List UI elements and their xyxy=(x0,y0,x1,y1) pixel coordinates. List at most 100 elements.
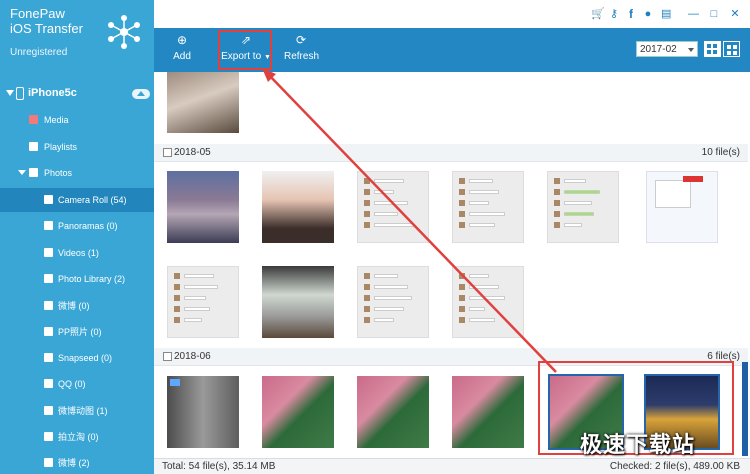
feedback-icon[interactable]: ▤ xyxy=(661,9,671,20)
sidebar-item-label: 微博 (0) xyxy=(58,301,90,311)
section-count: 10 file(s) xyxy=(701,147,740,158)
expand-triangle-icon[interactable] xyxy=(18,170,26,175)
photo-thumbnail[interactable] xyxy=(357,171,429,243)
chat-icon[interactable]: ● xyxy=(643,9,653,20)
album-icon xyxy=(44,353,53,362)
photo-thumbnail[interactable] xyxy=(262,266,334,338)
app-name: FonePaw iOS Transfer xyxy=(10,7,83,37)
watermark-text: 极速下载站 xyxy=(580,433,696,458)
checked-files-status: Checked: 2 file(s), 489.00 KB xyxy=(609,461,740,472)
close-icon[interactable]: ✕ xyxy=(730,9,740,20)
plus-icon: ⊕ xyxy=(176,33,188,47)
minimize-icon[interactable]: — xyxy=(688,9,699,20)
camera-icon xyxy=(44,248,53,257)
phone-icon xyxy=(16,87,24,100)
sidebar-item-label: Snapseed (0) xyxy=(58,353,113,363)
sidebar-item-label: Videos (1) xyxy=(58,248,99,258)
sidebar-item-label: 拍立淘 (0) xyxy=(58,432,99,442)
maximize-icon[interactable]: □ xyxy=(709,9,719,20)
sidebar-item-playlists[interactable]: Playlists xyxy=(0,135,154,159)
chevron-down-icon xyxy=(688,48,694,52)
export-highlight-box xyxy=(218,30,272,70)
total-files-status: Total: 54 file(s), 35.14 MB xyxy=(162,461,276,472)
sidebar-item-photo-library[interactable]: Photo Library (2) xyxy=(0,267,154,291)
app-logo-icon xyxy=(108,15,140,49)
sidebar-item-videos[interactable]: Videos (1) xyxy=(0,241,154,265)
refresh-button[interactable]: ⟳ Refresh xyxy=(284,33,320,62)
photo-thumbnail[interactable] xyxy=(357,266,429,338)
refresh-label: Refresh xyxy=(284,51,320,62)
section-header: 2018-05 10 file(s) xyxy=(154,144,748,162)
app-name-line1: FonePaw xyxy=(10,6,65,21)
section-checkbox[interactable] xyxy=(163,148,172,157)
playlist-icon xyxy=(29,142,38,151)
sidebar-item-label: Media xyxy=(44,115,69,125)
date-filter-value: 2017-02 xyxy=(640,44,677,55)
camera-icon xyxy=(44,221,53,230)
sidebar-item-weibo-2[interactable]: 微博 (2) xyxy=(0,451,154,474)
app-name-line2: iOS Transfer xyxy=(10,21,83,36)
album-icon xyxy=(44,458,53,467)
photo-thumbnail[interactable] xyxy=(167,171,239,243)
cart-icon[interactable]: 🛒 xyxy=(591,9,605,20)
device-item[interactable]: iPhone5c xyxy=(0,84,154,104)
sidebar-item-media[interactable]: Media xyxy=(0,108,154,132)
sidebar-item-snapseed[interactable]: Snapseed (0) xyxy=(0,346,154,370)
photo-thumbnail[interactable] xyxy=(452,376,524,448)
grid-view-button[interactable] xyxy=(704,41,721,57)
album-icon xyxy=(44,432,53,441)
photo-thumbnail[interactable] xyxy=(547,171,619,243)
eject-icon[interactable] xyxy=(132,89,150,99)
sidebar-item-weibo-gif[interactable]: 微博动图 (1) xyxy=(0,399,154,423)
photo-thumbnail[interactable] xyxy=(167,72,239,133)
sidebar-item-qq[interactable]: QQ (0) xyxy=(0,372,154,396)
large-view-button[interactable] xyxy=(723,41,740,57)
photo-thumbnail[interactable] xyxy=(646,171,718,243)
photo-thumbnail[interactable] xyxy=(452,266,524,338)
sidebar-item-label: Camera Roll (54) xyxy=(58,195,127,205)
refresh-icon: ⟳ xyxy=(295,33,307,47)
date-filter-select[interactable]: 2017-02 xyxy=(636,41,698,57)
sidebar-item-label: Photo Library (2) xyxy=(58,274,126,284)
section-date: 2018-06 xyxy=(174,351,211,362)
sidebar-item-panoramas[interactable]: Panoramas (0) xyxy=(0,214,154,238)
video-thumbnail[interactable] xyxy=(167,376,239,448)
add-label: Add xyxy=(173,51,191,62)
camera-icon xyxy=(44,195,53,204)
video-camera-icon xyxy=(170,379,180,386)
section-checkbox[interactable] xyxy=(163,352,172,361)
sidebar-item-label: Playlists xyxy=(44,142,78,152)
registration-status[interactable]: Unregistered xyxy=(10,47,67,58)
sidebar: FonePaw iOS Transfer Unregistered iPhone… xyxy=(0,0,154,474)
album-icon xyxy=(44,274,53,283)
sidebar-item-label: 微博动图 (1) xyxy=(58,406,108,416)
album-icon xyxy=(44,406,53,415)
photo-thumbnail[interactable] xyxy=(262,376,334,448)
sidebar-item-pailitao[interactable]: 拍立淘 (0) xyxy=(0,425,154,449)
key-icon[interactable]: ⚷ xyxy=(609,9,619,20)
status-bar: Total: 54 file(s), 35.14 MB Checked: 2 f… xyxy=(154,458,750,474)
app-brand: FonePaw iOS Transfer Unregistered xyxy=(0,0,154,78)
album-icon xyxy=(44,379,53,388)
scrollbar-thumb[interactable] xyxy=(742,362,748,456)
sidebar-item-pp-photos[interactable]: PP照片 (0) xyxy=(0,320,154,344)
album-icon xyxy=(44,327,53,336)
sidebar-item-photos[interactable]: Photos xyxy=(0,161,154,185)
sidebar-item-label: Photos xyxy=(44,168,73,178)
sidebar-item-label: 微博 (2) xyxy=(58,458,90,468)
collapse-triangle-icon[interactable] xyxy=(6,90,14,96)
facebook-icon[interactable]: f xyxy=(626,8,636,20)
sidebar-item-camera-roll[interactable]: Camera Roll (54) xyxy=(0,188,154,212)
sidebar-item-weibo[interactable]: 微博 (0) xyxy=(0,294,154,318)
photo-thumbnail[interactable] xyxy=(167,266,239,338)
sidebar-item-label: QQ (0) xyxy=(58,379,86,389)
device-name: iPhone5c xyxy=(28,87,77,99)
sidebar-item-label: PP照片 (0) xyxy=(58,327,102,337)
music-icon xyxy=(29,115,38,124)
photo-thumbnail[interactable] xyxy=(357,376,429,448)
photo-thumbnail[interactable] xyxy=(262,171,334,243)
add-button[interactable]: ⊕ Add xyxy=(172,34,192,62)
title-bar: 🛒 ⚷ f ● ▤ — □ ✕ xyxy=(154,0,750,28)
photo-thumbnail[interactable] xyxy=(452,171,524,243)
section-date: 2018-05 xyxy=(174,147,211,158)
